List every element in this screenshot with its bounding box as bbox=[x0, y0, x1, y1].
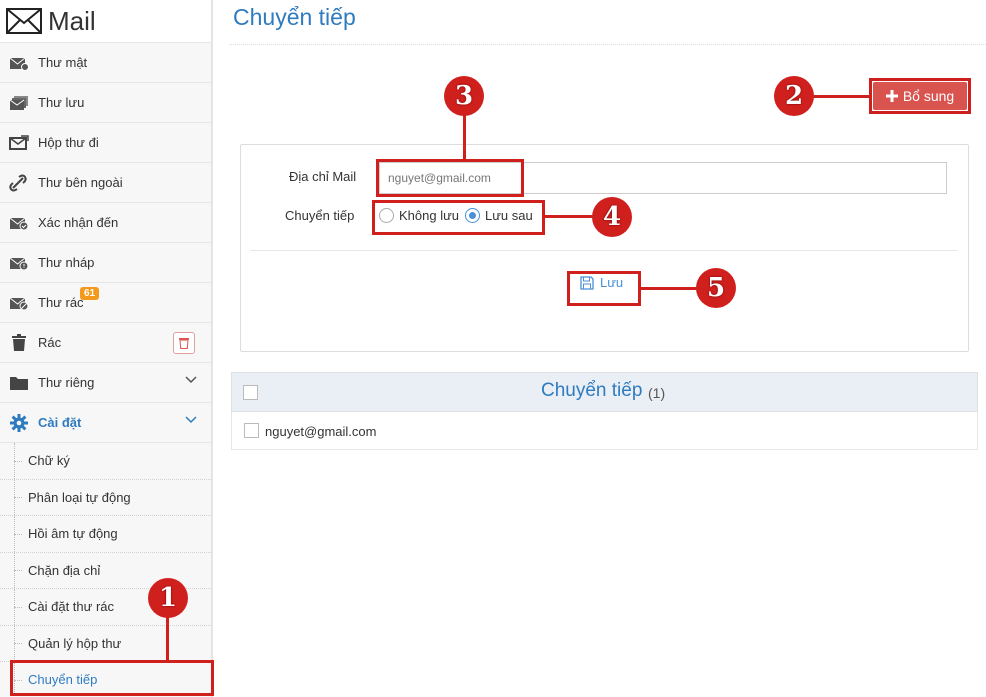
sidebar-item-label: Thư nháp bbox=[38, 255, 95, 270]
annotation-number: 4 bbox=[602, 202, 622, 232]
row-checkbox[interactable] bbox=[244, 423, 259, 438]
annotation-marker: 1 bbox=[148, 578, 188, 618]
annotation-marker: 4 bbox=[592, 197, 632, 237]
archive-mail-icon bbox=[8, 94, 30, 112]
settings-signature[interactable]: Chữ ký bbox=[0, 443, 211, 480]
sidebar-item-label: Thư bên ngoài bbox=[38, 175, 123, 190]
logo: Mail bbox=[0, 0, 211, 42]
highlight-forward-options bbox=[372, 200, 545, 235]
sidebar-item-label: Thư lưu bbox=[38, 95, 85, 110]
sidebar-item-label: Rác bbox=[38, 335, 62, 350]
settings-item-label: Hồi âm tự động bbox=[28, 526, 118, 542]
folder-icon bbox=[8, 374, 30, 392]
sidebar-item-spam[interactable]: Thư rác 61 bbox=[0, 282, 211, 322]
sidebar-item-label: Thư riêng bbox=[38, 375, 95, 390]
gear-icon bbox=[8, 413, 30, 432]
annotation-connector bbox=[641, 287, 697, 290]
highlight-add-button bbox=[869, 78, 971, 114]
settings-auto-filter[interactable]: Phân loại tự động bbox=[0, 479, 211, 516]
chevron-down-icon[interactable] bbox=[185, 416, 197, 424]
trash-icon bbox=[179, 338, 189, 349]
mail-address-label: Địa chỉ Mail bbox=[289, 169, 357, 184]
forward-mode-label: Chuyển tiếp bbox=[285, 208, 355, 223]
settings-mailbox[interactable]: Quản lý hộp thư bbox=[0, 625, 211, 662]
select-all-checkbox[interactable] bbox=[243, 385, 258, 400]
sidebar-item-label: Xác nhận đến bbox=[38, 215, 119, 230]
sidebar-item-confirm[interactable]: Xác nhận đến bbox=[0, 202, 211, 242]
annotation-connector bbox=[463, 112, 466, 159]
sidebar-item-label: Thư mật bbox=[38, 55, 88, 70]
settings-auto-reply[interactable]: Hồi âm tự động bbox=[0, 516, 211, 553]
sidebar-item-private[interactable]: Thư riêng bbox=[0, 362, 211, 402]
mail-logo-icon bbox=[6, 8, 42, 34]
sidebar-item-label: Thư rác bbox=[38, 295, 84, 310]
confirm-mail-icon bbox=[8, 214, 30, 232]
outbox-icon bbox=[8, 134, 30, 152]
sidebar-item-trash[interactable]: Rác bbox=[0, 322, 211, 362]
row-mail-address: nguyet@gmail.com bbox=[265, 424, 377, 439]
external-mail-icon bbox=[8, 174, 30, 192]
page-title: Chuyển tiếp bbox=[233, 4, 356, 30]
highlight-save-button bbox=[567, 271, 641, 306]
sidebar-item-secret[interactable]: Thư mật bbox=[0, 42, 211, 82]
sidebar-item-archive[interactable]: Thư lưu bbox=[0, 82, 211, 122]
sidebar-item-draft[interactable]: Thư nháp bbox=[0, 242, 211, 282]
sidebar-item-settings[interactable]: Cài đặt bbox=[0, 402, 211, 442]
forward-list-title: Chuyển tiếp bbox=[541, 380, 643, 401]
highlight-forwarding bbox=[10, 660, 214, 696]
settings-item-label: Phân loại tự động bbox=[28, 489, 131, 505]
draft-mail-icon bbox=[8, 254, 30, 272]
trash-icon bbox=[8, 333, 30, 352]
annotation-connector bbox=[166, 612, 169, 660]
annotation-connector bbox=[545, 215, 593, 218]
title-divider bbox=[229, 44, 986, 45]
secret-mail-icon bbox=[8, 54, 30, 72]
annotation-number: 3 bbox=[454, 81, 474, 111]
annotation-marker: 3 bbox=[444, 76, 484, 116]
settings-item-label: Chữ ký bbox=[28, 453, 70, 469]
form-divider bbox=[250, 250, 957, 251]
annotation-number: 2 bbox=[784, 81, 804, 111]
annotation-connector bbox=[810, 95, 869, 98]
annotation-marker: 5 bbox=[696, 268, 736, 308]
chevron-down-icon[interactable] bbox=[185, 376, 197, 384]
annotation-number: 1 bbox=[158, 583, 178, 613]
sidebar-item-external[interactable]: Thư bên ngoài bbox=[0, 162, 211, 202]
app-title: Mail bbox=[48, 5, 96, 36]
spam-count-badge: 61 bbox=[80, 287, 100, 300]
highlight-mail-input bbox=[376, 159, 524, 197]
settings-item-label: Cài đặt thư rác bbox=[28, 599, 115, 615]
spam-mail-icon bbox=[8, 294, 30, 312]
settings-item-label: Quản lý hộp thư bbox=[28, 635, 122, 651]
empty-trash-button[interactable] bbox=[173, 332, 195, 354]
forward-list-count: (1) bbox=[648, 385, 666, 401]
sidebar-item-label: Cài đặt bbox=[38, 415, 82, 430]
sidebar-item-label: Hộp thư đi bbox=[38, 135, 99, 150]
annotation-marker: 2 bbox=[774, 76, 814, 116]
annotation-number: 5 bbox=[706, 273, 726, 303]
settings-item-label: Chặn địa chỉ bbox=[28, 562, 101, 578]
sidebar-item-outbox[interactable]: Hộp thư đi bbox=[0, 122, 211, 162]
